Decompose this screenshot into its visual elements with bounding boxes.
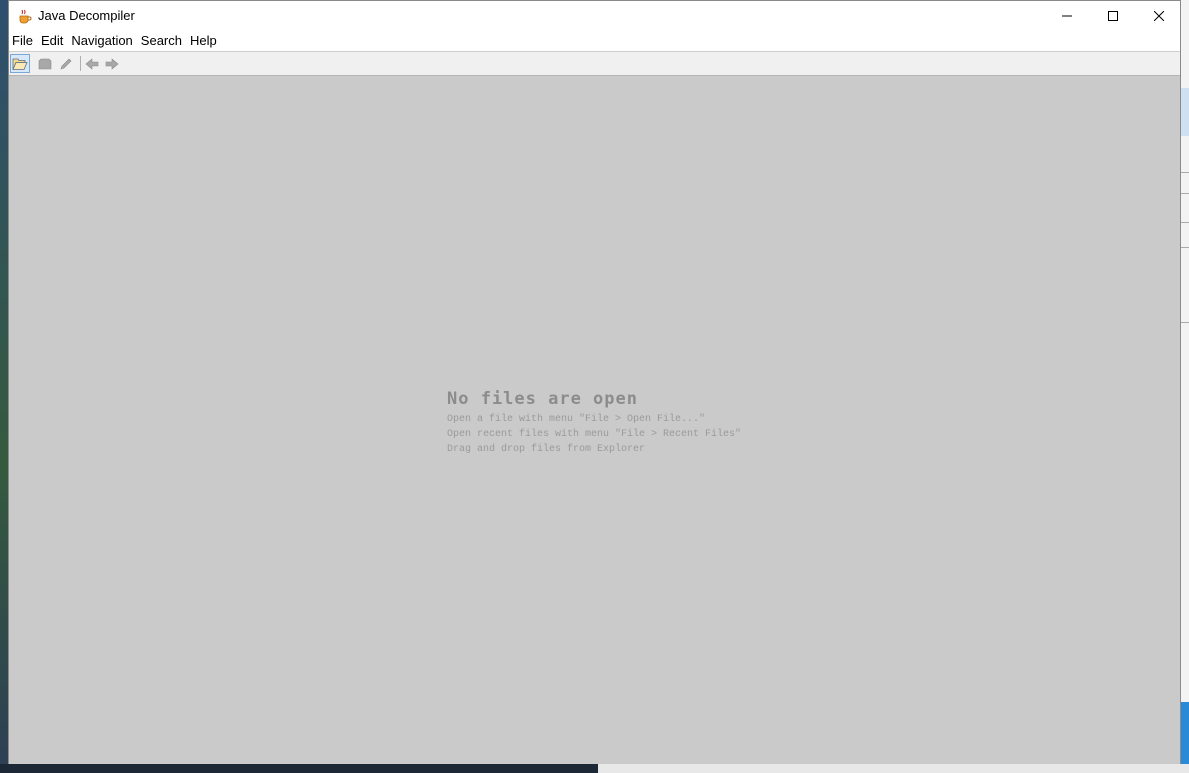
taskbar (0, 764, 1189, 773)
desktop-left-strip (0, 0, 8, 773)
forward-arrow-icon (105, 57, 119, 70)
menu-bar: File Edit Navigation Search Help (9, 31, 1180, 52)
empty-state-message: No files are open Open a file with menu … (447, 389, 741, 457)
maximize-button[interactable] (1090, 1, 1136, 31)
close-file-icon (38, 58, 52, 69)
menu-help[interactable]: Help (186, 31, 221, 51)
window-title: Java Decompiler (38, 8, 135, 23)
empty-state-title: No files are open (447, 389, 638, 409)
menu-edit[interactable]: Edit (37, 31, 67, 51)
hint-open-file: Open a file with menu "File > Open File.… (447, 414, 706, 425)
toolbar-separator (80, 56, 81, 71)
hint-drag-drop: Drag and drop files from Explorer (447, 444, 646, 455)
title-bar[interactable]: Java Decompiler (9, 1, 1180, 31)
save-button[interactable] (56, 54, 76, 73)
close-button[interactable] (1136, 1, 1182, 31)
main-window: Java Decompiler File Edit Navigation Sea… (8, 0, 1181, 764)
main-content-area[interactable]: No files are open Open a file with menu … (9, 76, 1180, 764)
open-file-button[interactable] (10, 54, 30, 73)
background-window-strip (1181, 0, 1189, 773)
maximize-icon (1108, 11, 1118, 21)
back-arrow-icon (85, 57, 99, 70)
minimize-icon (1062, 15, 1072, 17)
close-file-button[interactable] (35, 54, 55, 73)
forward-button[interactable] (102, 54, 122, 73)
menu-search[interactable]: Search (137, 31, 186, 51)
back-button[interactable] (82, 54, 102, 73)
close-icon (1154, 11, 1164, 21)
save-icon (60, 58, 72, 69)
menu-navigation[interactable]: Navigation (67, 31, 136, 51)
menu-file[interactable]: File (9, 31, 37, 51)
open-folder-icon (12, 58, 28, 70)
minimize-button[interactable] (1044, 1, 1090, 31)
toolbar (9, 52, 1180, 76)
hint-recent-files: Open recent files with menu "File > Rece… (447, 429, 742, 440)
java-cup-icon (17, 9, 33, 25)
